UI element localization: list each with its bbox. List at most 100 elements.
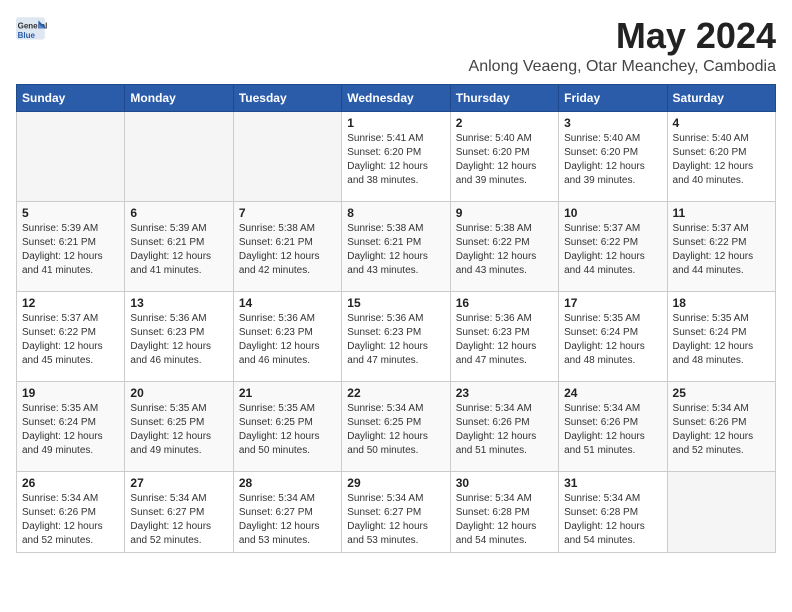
day-number: 22	[347, 386, 444, 400]
header: General Blue May 2024 Anlong Veaeng, Ota…	[16, 16, 776, 76]
day-number: 13	[130, 296, 227, 310]
day-info: Sunrise: 5:37 AM Sunset: 6:22 PM Dayligh…	[22, 312, 119, 368]
title-section: May 2024 Anlong Veaeng, Otar Meanchey, C…	[469, 16, 776, 76]
table-cell: 23Sunrise: 5:34 AM Sunset: 6:26 PM Dayli…	[450, 381, 558, 471]
day-info: Sunrise: 5:35 AM Sunset: 6:25 PM Dayligh…	[239, 402, 336, 458]
logo-icon: General Blue	[16, 16, 48, 44]
day-info: Sunrise: 5:34 AM Sunset: 6:28 PM Dayligh…	[456, 492, 553, 548]
day-info: Sunrise: 5:36 AM Sunset: 6:23 PM Dayligh…	[130, 312, 227, 368]
day-info: Sunrise: 5:39 AM Sunset: 6:21 PM Dayligh…	[22, 222, 119, 278]
header-friday: Friday	[559, 84, 667, 111]
location-subtitle: Anlong Veaeng, Otar Meanchey, Cambodia	[469, 58, 776, 76]
header-wednesday: Wednesday	[342, 84, 450, 111]
weekday-header-row: Sunday Monday Tuesday Wednesday Thursday…	[17, 84, 776, 111]
day-number: 15	[347, 296, 444, 310]
day-info: Sunrise: 5:37 AM Sunset: 6:22 PM Dayligh…	[564, 222, 661, 278]
header-tuesday: Tuesday	[233, 84, 341, 111]
day-info: Sunrise: 5:38 AM Sunset: 6:22 PM Dayligh…	[456, 222, 553, 278]
table-cell: 26Sunrise: 5:34 AM Sunset: 6:26 PM Dayli…	[17, 471, 125, 552]
table-cell: 30 Sunrise: 5:34 AM Sunset: 6:28 PM Dayli…	[450, 471, 558, 552]
day-number: 23	[456, 386, 553, 400]
table-cell: 29Sunrise: 5:34 AM Sunset: 6:27 PM Dayli…	[342, 471, 450, 552]
table-cell: 18 Sunrise: 5:35 AM Sunset: 6:24 PM Dayli…	[667, 291, 775, 381]
day-number: 10	[564, 206, 661, 220]
day-number: 20	[130, 386, 227, 400]
table-cell: 6 Sunrise: 5:39 AM Sunset: 6:21 PM Daylig…	[125, 201, 233, 291]
table-cell: 7 Sunrise: 5:38 AM Sunset: 6:21 PM Daylig…	[233, 201, 341, 291]
day-number: 21	[239, 386, 336, 400]
month-year-title: May 2024	[469, 16, 776, 56]
day-number: 31	[564, 476, 661, 490]
day-number: 1	[347, 116, 444, 130]
day-info: Sunrise: 5:39 AM Sunset: 6:21 PM Dayligh…	[130, 222, 227, 278]
table-cell: 25 Sunrise: 5:34 AM Sunset: 6:26 PM Dayli…	[667, 381, 775, 471]
day-number: 8	[347, 206, 444, 220]
header-saturday: Saturday	[667, 84, 775, 111]
day-number: 12	[22, 296, 119, 310]
table-cell: 10 Sunrise: 5:37 AM Sunset: 6:22 PM Dayli…	[559, 201, 667, 291]
day-number: 30	[456, 476, 553, 490]
day-number: 4	[673, 116, 770, 130]
day-number: 6	[130, 206, 227, 220]
day-number: 25	[673, 386, 770, 400]
day-info: Sunrise: 5:37 AM Sunset: 6:22 PM Dayligh…	[673, 222, 770, 278]
table-cell: 24 Sunrise: 5:34 AM Sunset: 6:26 PM Dayli…	[559, 381, 667, 471]
table-cell: 27Sunrise: 5:34 AM Sunset: 6:27 PM Dayli…	[125, 471, 233, 552]
day-info: Sunrise: 5:34 AM Sunset: 6:28 PM Dayligh…	[564, 492, 661, 548]
header-sunday: Sunday	[17, 84, 125, 111]
day-info: Sunrise: 5:36 AM Sunset: 6:23 PM Dayligh…	[239, 312, 336, 368]
table-cell: 15 Sunrise: 5:36 AM Sunset: 6:23 PM Dayli…	[342, 291, 450, 381]
day-info: Sunrise: 5:35 AM Sunset: 6:24 PM Dayligh…	[22, 402, 119, 458]
day-number: 5	[22, 206, 119, 220]
day-number: 29	[347, 476, 444, 490]
table-cell: 9 Sunrise: 5:38 AM Sunset: 6:22 PM Daylig…	[450, 201, 558, 291]
day-number: 24	[564, 386, 661, 400]
header-thursday: Thursday	[450, 84, 558, 111]
day-number: 19	[22, 386, 119, 400]
day-info: Sunrise: 5:34 AM Sunset: 6:26 PM Dayligh…	[564, 402, 661, 458]
day-number: 18	[673, 296, 770, 310]
day-number: 27	[130, 476, 227, 490]
table-cell: 3Sunrise: 5:40 AM Sunset: 6:20 PM Daylig…	[559, 111, 667, 201]
table-cell	[233, 111, 341, 201]
table-cell: 21 Sunrise: 5:35 AM Sunset: 6:25 PM Dayli…	[233, 381, 341, 471]
table-cell: 5 Sunrise: 5:39 AM Sunset: 6:21 PM Daylig…	[17, 201, 125, 291]
table-cell: 8 Sunrise: 5:38 AM Sunset: 6:21 PM Daylig…	[342, 201, 450, 291]
day-info: Sunrise: 5:35 AM Sunset: 6:25 PM Dayligh…	[130, 402, 227, 458]
day-number: 2	[456, 116, 553, 130]
day-info: Sunrise: 5:40 AM Sunset: 6:20 PM Dayligh…	[456, 132, 553, 188]
day-info: Sunrise: 5:34 AM Sunset: 6:25 PM Dayligh…	[347, 402, 444, 458]
day-info: Sunrise: 5:38 AM Sunset: 6:21 PM Dayligh…	[347, 222, 444, 278]
day-info: Sunrise: 5:35 AM Sunset: 6:24 PM Dayligh…	[673, 312, 770, 368]
day-info: Sunrise: 5:36 AM Sunset: 6:23 PM Dayligh…	[347, 312, 444, 368]
day-number: 7	[239, 206, 336, 220]
day-info: Sunrise: 5:40 AM Sunset: 6:20 PM Dayligh…	[673, 132, 770, 188]
header-monday: Monday	[125, 84, 233, 111]
day-info: Sunrise: 5:40 AM Sunset: 6:20 PM Dayligh…	[564, 132, 661, 188]
day-number: 28	[239, 476, 336, 490]
logo: General Blue	[16, 16, 48, 44]
table-cell: 14Sunrise: 5:36 AM Sunset: 6:23 PM Dayli…	[233, 291, 341, 381]
day-number: 9	[456, 206, 553, 220]
day-info: Sunrise: 5:34 AM Sunset: 6:27 PM Dayligh…	[239, 492, 336, 548]
table-cell: 4 Sunrise: 5:40 AM Sunset: 6:20 PM Daylig…	[667, 111, 775, 201]
table-cell: 31 Sunrise: 5:34 AM Sunset: 6:28 PM Dayli…	[559, 471, 667, 552]
day-info: Sunrise: 5:36 AM Sunset: 6:23 PM Dayligh…	[456, 312, 553, 368]
day-info: Sunrise: 5:38 AM Sunset: 6:21 PM Dayligh…	[239, 222, 336, 278]
calendar-table: Sunday Monday Tuesday Wednesday Thursday…	[16, 84, 776, 553]
table-cell: 17 Sunrise: 5:35 AM Sunset: 6:24 PM Dayli…	[559, 291, 667, 381]
table-cell: 22 Sunrise: 5:34 AM Sunset: 6:25 PM Dayli…	[342, 381, 450, 471]
day-number: 26	[22, 476, 119, 490]
table-cell	[667, 471, 775, 552]
table-cell: 12 Sunrise: 5:37 AM Sunset: 6:22 PM Dayli…	[17, 291, 125, 381]
table-cell: 2 Sunrise: 5:40 AM Sunset: 6:20 PM Daylig…	[450, 111, 558, 201]
day-info: Sunrise: 5:35 AM Sunset: 6:24 PM Dayligh…	[564, 312, 661, 368]
table-cell	[17, 111, 125, 201]
table-cell: 16Sunrise: 5:36 AM Sunset: 6:23 PM Dayli…	[450, 291, 558, 381]
day-info: Sunrise: 5:41 AM Sunset: 6:20 PM Dayligh…	[347, 132, 444, 188]
table-cell: 28 Sunrise: 5:34 AM Sunset: 6:27 PM Dayli…	[233, 471, 341, 552]
day-number: 17	[564, 296, 661, 310]
table-cell: 1 Sunrise: 5:41 AM Sunset: 6:20 PM Daylig…	[342, 111, 450, 201]
day-info: Sunrise: 5:34 AM Sunset: 6:26 PM Dayligh…	[673, 402, 770, 458]
svg-text:Blue: Blue	[18, 31, 36, 40]
